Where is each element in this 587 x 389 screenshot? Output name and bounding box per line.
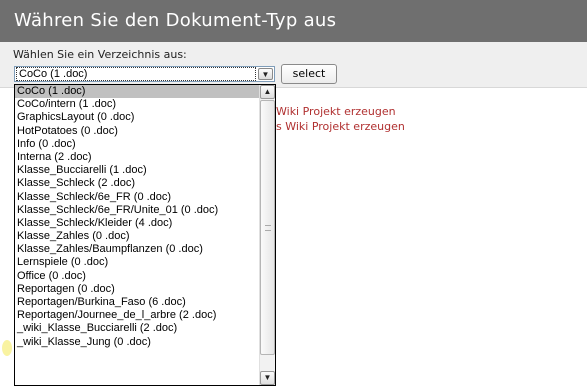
- dropdown-option[interactable]: CoCo/intern (1 .doc): [15, 98, 259, 111]
- scrollbar-thumb[interactable]: [260, 100, 275, 355]
- dropdown-option[interactable]: Reportagen/Burkina_Faso (6 .doc): [15, 296, 259, 309]
- dropdown-option[interactable]: Klasse_Schleck (2 .doc): [15, 177, 259, 190]
- dropdown-option[interactable]: CoCo (1 .doc): [15, 85, 259, 99]
- dropdown-option[interactable]: Klasse_Zahles/Baumpflanzen (0 .doc): [15, 243, 259, 256]
- directory-select[interactable]: CoCo (1 .doc) ▼: [14, 66, 275, 82]
- dropdown-option[interactable]: GraphicsLayout (0 .doc): [15, 111, 259, 124]
- select-button[interactable]: select: [281, 64, 337, 84]
- dropdown-option[interactable]: HotPotatoes (0 .doc): [15, 125, 259, 138]
- highlight-dot: [2, 340, 12, 356]
- dropdown-option[interactable]: Klasse_Zahles (0 .doc): [15, 230, 259, 243]
- directory-label: Wählen Sie ein Verzeichnis aus:: [13, 48, 187, 61]
- dropdown-option[interactable]: Reportagen (0 .doc): [15, 283, 259, 296]
- dropdown-option[interactable]: Reportagen/Journee_de_l_arbre (2 .doc): [15, 309, 259, 322]
- dropdown-scrollbar[interactable]: ▲ ▼: [259, 85, 275, 385]
- dropdown-option[interactable]: Info (0 .doc): [15, 138, 259, 151]
- page-title: Währen Sie den Dokument-Typ aus: [0, 0, 587, 42]
- dropdown-options: CoCo (1 .doc) CoCo/intern (1 .doc) Graphic…: [15, 85, 259, 349]
- directory-dropdown-list[interactable]: CoCo (1 .doc) CoCo/intern (1 .doc) Graphic…: [14, 84, 276, 386]
- dropdown-option[interactable]: Office (0 .doc): [15, 270, 259, 283]
- dropdown-option[interactable]: _wiki_Klasse_Jung (0 .doc): [15, 336, 259, 349]
- dropdown-option[interactable]: Klasse_Schleck/6e_FR/Unite_01 (0 .doc): [15, 204, 259, 217]
- dropdown-option[interactable]: Interna (2 .doc): [15, 151, 259, 164]
- dropdown-option[interactable]: _wiki_Klasse_Bucciarelli (2 .doc): [15, 322, 259, 335]
- dropdown-option[interactable]: Klasse_Schleck/Kleider (4 .doc): [15, 217, 259, 230]
- directory-select-value: CoCo (1 .doc): [16, 67, 256, 81]
- create-class-wiki-link[interactable]: s Wiki Projekt erzeugen: [276, 120, 405, 133]
- chevron-down-icon[interactable]: ▼: [258, 68, 273, 80]
- create-wiki-link[interactable]: Wiki Projekt erzeugen: [276, 105, 396, 118]
- chevron-up-icon[interactable]: ▲: [260, 85, 275, 99]
- grip-icon: [265, 225, 271, 231]
- dropdown-option[interactable]: Lernspiele (0 .doc): [15, 256, 259, 269]
- dropdown-option[interactable]: Klasse_Bucciarelli (1 .doc): [15, 164, 259, 177]
- chevron-down-icon[interactable]: ▼: [260, 371, 275, 385]
- dropdown-option[interactable]: Klasse_Schleck/6e_FR (0 .doc): [15, 191, 259, 204]
